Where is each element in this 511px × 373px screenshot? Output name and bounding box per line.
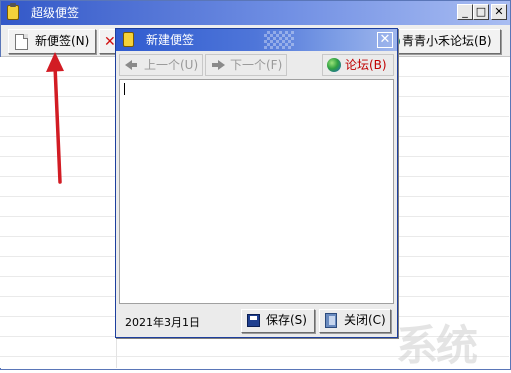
forum-link-button[interactable]: 青青小禾论坛(B): [383, 29, 501, 54]
next-note-button[interactable]: 下一个(F): [205, 54, 287, 76]
note-titlebar[interactable]: 新建便签 ✕: [116, 29, 397, 51]
note-close-button[interactable]: ✕: [377, 32, 393, 48]
arrow-right-icon: [212, 60, 225, 70]
note-date: 2021年3月1日: [125, 316, 200, 329]
main-window-title: 超级便签: [31, 6, 80, 20]
delete-x-icon: ✕: [104, 34, 116, 50]
watermark: 系统: [396, 321, 478, 370]
globe-icon: [327, 58, 341, 72]
prev-note-button[interactable]: 上一个(U): [119, 54, 203, 76]
close-note-button[interactable]: 关闭(C): [319, 309, 391, 333]
forum-button[interactable]: 论坛(B): [322, 54, 394, 76]
red-arrow-annotation: [46, 52, 64, 184]
next-note-label: 下一个(F): [230, 58, 283, 72]
forum-link-label: 青青小禾论坛(B): [402, 34, 492, 48]
save-label: 保存(S): [266, 313, 307, 327]
minimize-button[interactable]: _: [457, 4, 473, 20]
floppy-icon: [247, 314, 260, 327]
maximize-button[interactable]: □: [473, 4, 489, 20]
app-note-icon: [7, 3, 19, 20]
save-button[interactable]: 保存(S): [241, 309, 315, 333]
arrow-left-icon: [125, 60, 137, 70]
note-icon: [123, 32, 134, 47]
new-note-dialog: 新建便签 ✕ 上一个(U) 下一个(F) 论坛(B) 2021年3月1日 保存(…: [115, 28, 398, 338]
note-dialog-title: 新建便签: [146, 33, 195, 47]
document-icon: [15, 34, 28, 50]
close-window-button[interactable]: ✕: [491, 4, 507, 20]
prev-note-label: 上一个(U): [144, 58, 199, 72]
close-note-label: 关闭(C): [344, 313, 386, 327]
main-titlebar[interactable]: 超级便签 _ □ ✕: [1, 1, 510, 25]
forum-label: 论坛(B): [345, 58, 387, 72]
note-status-bar: 2021年3月1日 保存(S) 关闭(C): [119, 306, 394, 334]
note-text-area[interactable]: [119, 79, 394, 304]
new-note-label: 新便签(N): [35, 34, 90, 48]
text-caret: [124, 83, 125, 95]
exit-door-icon: [325, 313, 337, 328]
titlebar-pattern: [264, 31, 294, 49]
note-nav-bar: 上一个(U) 下一个(F) 论坛(B): [119, 53, 394, 77]
